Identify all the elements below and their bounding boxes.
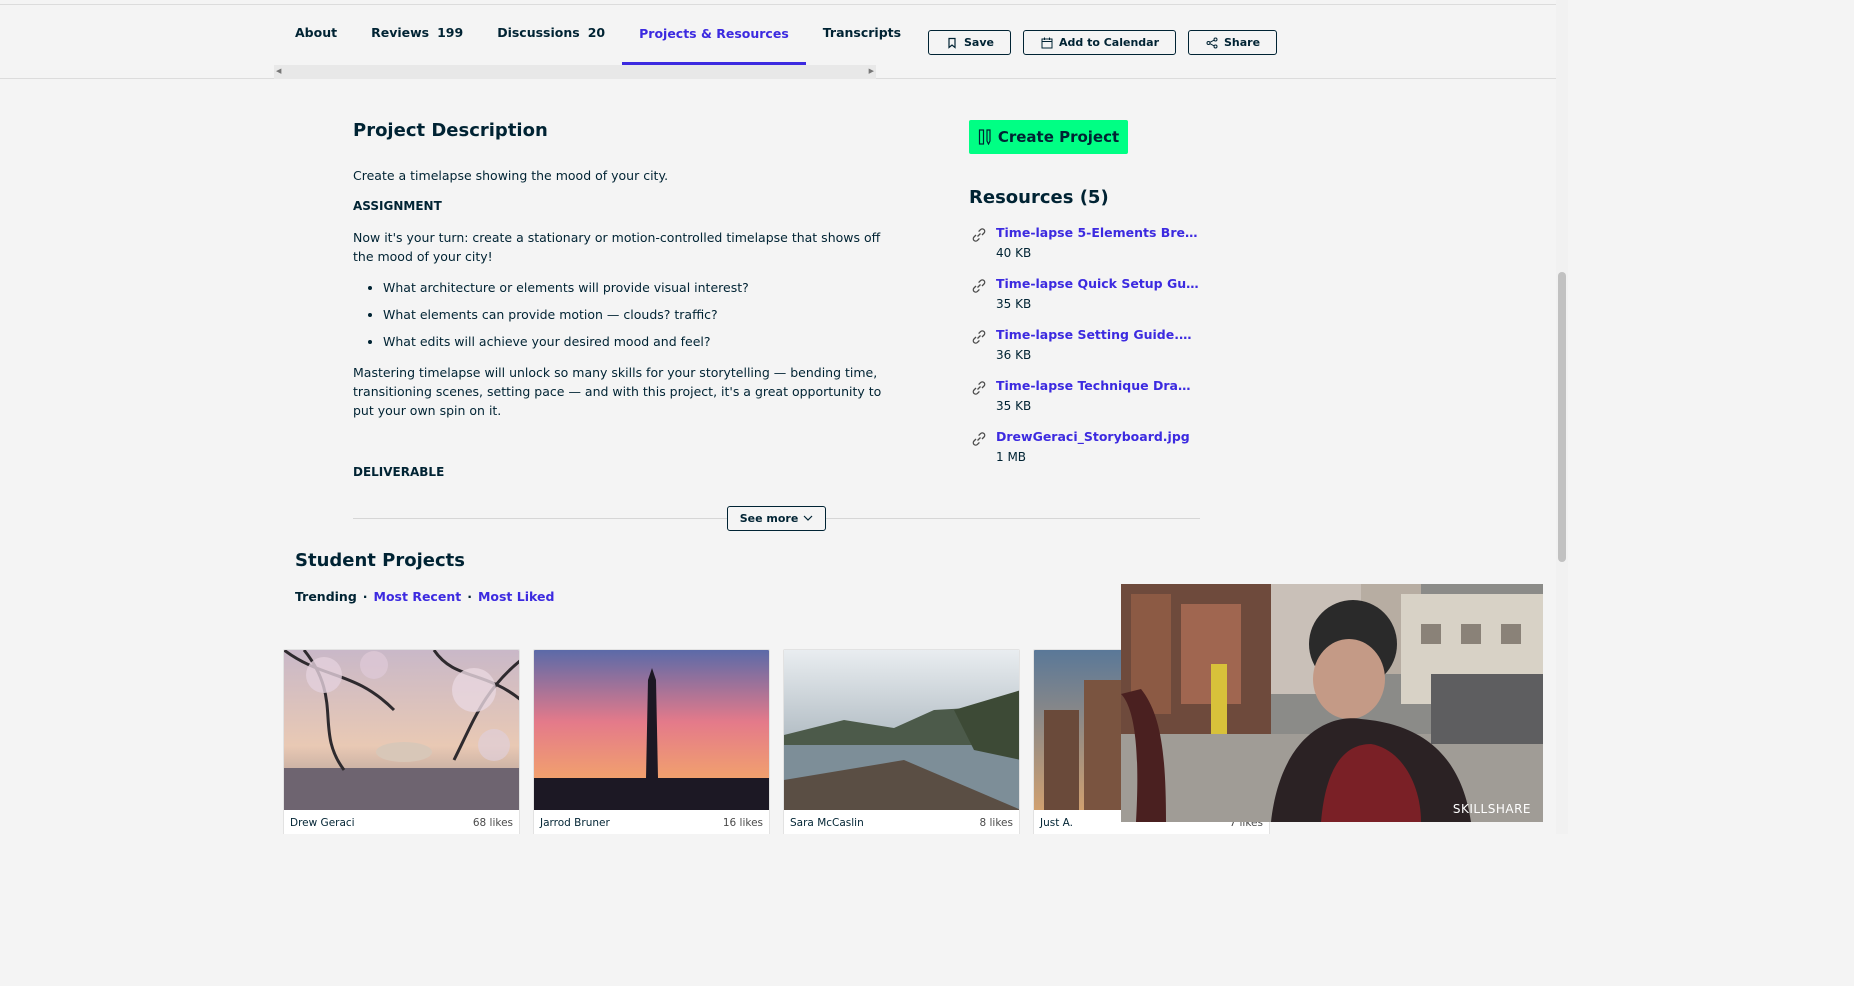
pencil-ruler-icon: [978, 129, 991, 145]
resource-size: 35 KB: [996, 297, 1032, 311]
separator: ·: [467, 589, 472, 604]
resource-size: 35 KB: [996, 399, 1032, 413]
resource-name[interactable]: DrewGeraci_Storyboard.jpg: [996, 428, 1199, 446]
assignment-text: Now it's your turn: create a stationary …: [353, 230, 881, 264]
chevron-down-icon: [803, 515, 813, 521]
resource-name[interactable]: Time-lapse Setting Guide.pdf: [996, 326, 1199, 344]
resource-name[interactable]: Time-lapse Quick Setup Guide.pdf: [996, 275, 1199, 293]
link-icon: [972, 228, 986, 242]
project-likes: 16 likes: [722, 817, 763, 829]
filter-trending[interactable]: Trending: [295, 589, 357, 604]
tab-projects-resources[interactable]: Projects & Resources: [622, 5, 806, 65]
tab-scrollbar[interactable]: ◀ ▶: [274, 65, 876, 79]
project-card[interactable]: Jarrod Bruner 16 likes: [533, 649, 770, 834]
tab-reviews[interactable]: Reviews 199: [354, 5, 480, 65]
project-thumbnail[interactable]: [784, 650, 1019, 810]
tab-transcripts[interactable]: Transcripts: [806, 5, 918, 65]
resource-size: 1 MB: [996, 450, 1027, 464]
filter-most-liked[interactable]: Most Liked: [478, 589, 554, 604]
tab-list: About Reviews 199 Discussions 20 Projects …: [278, 5, 918, 65]
see-more-button[interactable]: See more: [727, 506, 826, 531]
tab-discussions[interactable]: Discussions 20: [480, 5, 622, 65]
project-thumbnail[interactable]: [284, 650, 519, 810]
discussions-count: 20: [587, 25, 606, 40]
closing-text: Mastering timelapse will unlock so many …: [353, 365, 882, 418]
link-icon: [972, 279, 986, 293]
page-scrollbar[interactable]: [1556, 0, 1568, 834]
list-item: What elements can provide motion — cloud…: [383, 305, 893, 324]
list-item: What architecture or elements will provi…: [383, 278, 893, 297]
scroll-right-icon[interactable]: ▶: [869, 67, 874, 75]
page: About Reviews 199 Discussions 20 Projects …: [0, 0, 1568, 834]
course-tab-bar: About Reviews 199 Discussions 20 Projects …: [0, 4, 1556, 79]
project-likes: 8 likes: [979, 817, 1014, 829]
resource-size: 36 KB: [996, 348, 1032, 362]
resource-name[interactable]: Time-lapse 5-Elements Breakdown.pdf: [996, 224, 1199, 242]
project-author: Just A.: [1040, 817, 1074, 829]
student-projects-filters: Trending · Most Recent · Most Liked: [295, 589, 554, 604]
video-player[interactable]: SKILLSHARE: [1121, 584, 1543, 822]
project-card[interactable]: Drew Geraci 68 likes: [283, 649, 520, 834]
deliverable-heading: DELIVERABLE: [353, 465, 445, 479]
list-item: What edits will achieve your desired moo…: [383, 332, 893, 351]
resources-list: Time-lapse 5-Elements Breakdown.pdf 40 K…: [969, 224, 1204, 479]
calendar-icon: [1041, 37, 1053, 48]
project-likes: 68 likes: [472, 817, 513, 829]
resource-size: 40 KB: [996, 246, 1032, 260]
add-to-calendar-button[interactable]: Add to Calendar: [1022, 30, 1176, 55]
reviews-count: 199: [437, 25, 464, 40]
resource-item[interactable]: Time-lapse 5-Elements Breakdown.pdf 40 K…: [969, 224, 1204, 275]
scrollbar-thumb[interactable]: [1558, 272, 1566, 562]
skillshare-watermark: SKILLSHARE: [1452, 802, 1531, 816]
scroll-left-icon[interactable]: ◀: [276, 67, 281, 75]
share-icon: [1206, 37, 1218, 48]
link-icon: [972, 381, 986, 395]
project-description: Project Description Create a timelapse s…: [353, 118, 893, 479]
resource-item[interactable]: DrewGeraci_Storyboard.jpg 1 MB: [969, 428, 1204, 479]
resource-item[interactable]: Time-lapse Setting Guide.pdf 36 KB: [969, 326, 1204, 377]
tab-about[interactable]: About: [278, 5, 354, 65]
project-thumbnail[interactable]: [534, 650, 769, 810]
course-actions: Save Add to Calendar Share: [928, 30, 1278, 55]
project-card[interactable]: Sara McCaslin 8 likes: [783, 649, 1020, 834]
project-author: Drew Geraci: [290, 817, 355, 829]
save-button[interactable]: Save: [928, 30, 1011, 55]
video-frame: [1121, 584, 1543, 822]
resource-name[interactable]: Time-lapse Technique Dragging.pdf: [996, 377, 1199, 395]
project-intro: Create a timelapse showing the mood of y…: [353, 168, 669, 183]
bookmark-icon: [948, 37, 956, 49]
project-author: Sara McCaslin: [790, 817, 864, 829]
resources-title: Resources (5): [969, 187, 1109, 208]
student-projects-title: Student Projects: [295, 550, 465, 571]
assignment-heading: ASSIGNMENT: [353, 199, 442, 213]
project-description-title: Project Description: [353, 120, 548, 141]
filter-most-recent[interactable]: Most Recent: [374, 589, 462, 604]
link-icon: [972, 432, 986, 446]
share-button[interactable]: Share: [1188, 30, 1278, 55]
resource-item[interactable]: Time-lapse Quick Setup Guide.pdf 35 KB: [969, 275, 1204, 326]
assignment-questions: What architecture or elements will provi…: [383, 278, 893, 351]
resource-item[interactable]: Time-lapse Technique Dragging.pdf 35 KB: [969, 377, 1204, 428]
separator: ·: [362, 589, 368, 604]
project-author: Jarrod Bruner: [540, 817, 610, 829]
create-project-button[interactable]: Create Project: [969, 120, 1128, 154]
link-icon: [972, 330, 986, 344]
